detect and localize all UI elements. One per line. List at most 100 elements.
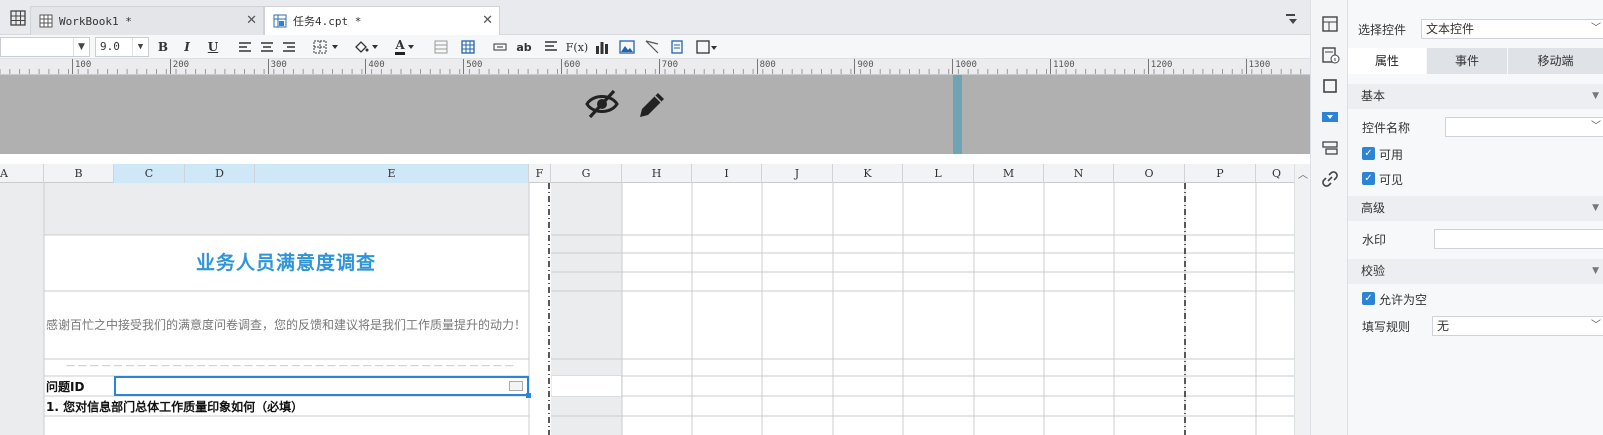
ruler-label: 1000: [955, 60, 977, 70]
align-center-icon[interactable]: [259, 37, 275, 57]
pencil-icon[interactable]: [636, 89, 668, 121]
column-header-p[interactable]: P: [1185, 164, 1256, 183]
image-icon[interactable]: [618, 37, 636, 57]
enabled-checkbox[interactable]: ✓: [1362, 147, 1375, 160]
vertical-scrollbar[interactable]: ︿: [1294, 164, 1310, 435]
italic-button[interactable]: I: [179, 37, 195, 57]
font-name-select[interactable]: ▼: [0, 37, 90, 57]
side-icon-strip: [1310, 0, 1348, 435]
collapse-caret-icon[interactable]: ▼: [1592, 196, 1599, 221]
column-header-c[interactable]: C: [114, 164, 185, 183]
column-header-j[interactable]: J: [762, 164, 833, 183]
hidden-rows-band: [0, 75, 1310, 154]
section-basic[interactable]: 基本 ▼: [1348, 84, 1603, 109]
report-title[interactable]: 业务人员满意度调查: [44, 235, 528, 291]
tab-task4[interactable]: 任务4.cpt * ✕: [264, 6, 500, 35]
section-validation[interactable]: 校验 ▼: [1348, 259, 1603, 284]
border-icon[interactable]: [312, 37, 342, 57]
report-info-icon[interactable]: [1320, 45, 1340, 65]
font-color-label: A: [395, 39, 405, 55]
fill-rule-select[interactable]: 无 ﹀: [1432, 316, 1603, 336]
chevron-up-icon[interactable]: ︿: [1297, 166, 1309, 181]
tab-mobile[interactable]: 移动端: [1508, 48, 1603, 74]
column-header-i[interactable]: I: [692, 164, 762, 183]
underline-button[interactable]: U: [205, 37, 221, 57]
text-style-button[interactable]: ab: [515, 37, 533, 57]
question-id-label[interactable]: 问题ID: [46, 378, 114, 396]
tab-menu-icon[interactable]: [1284, 12, 1298, 26]
grid-app-icon[interactable]: [10, 10, 26, 26]
merge-cells-icon[interactable]: [433, 37, 449, 57]
column-header-l[interactable]: L: [903, 164, 974, 183]
question-1-label[interactable]: 1. 您对信息部门总体工作质量印象如何（必填）: [46, 397, 530, 417]
column-header-a[interactable]: A: [0, 164, 44, 183]
cell-attributes-icon[interactable]: [1320, 14, 1340, 34]
widget-property-panel: 选择控件 文本控件 ﹀ 属性 事件 移动端 基本 ▼ 控件名称 ﹀ ✓ 可用 ✓ …: [1348, 0, 1603, 435]
tab-workbook1[interactable]: WorkBook1 * ✕: [30, 6, 264, 35]
collapse-caret-icon[interactable]: ▼: [1592, 84, 1599, 109]
report-intro[interactable]: 感谢百忙之中接受我们的满意度问卷调查，您的反馈和建议将是我们工作质量提升的动力！: [44, 291, 528, 359]
visible-checkbox[interactable]: ✓: [1362, 172, 1375, 185]
watermark-input[interactable]: [1434, 229, 1603, 249]
text-widget-icon: [509, 381, 523, 391]
column-header-q[interactable]: Q: [1256, 164, 1298, 183]
insert-text-icon[interactable]: [492, 37, 508, 57]
condition-attributes-icon[interactable]: [1320, 138, 1340, 158]
widget-frame-icon[interactable]: [1320, 76, 1340, 96]
section-advanced-title: 高级: [1361, 201, 1386, 215]
chevron-down-icon[interactable]: ﹀: [1591, 118, 1601, 136]
bold-button[interactable]: B: [155, 37, 171, 57]
allow-empty-checkbox[interactable]: ✓: [1362, 292, 1375, 305]
fill-color-icon[interactable]: [352, 37, 382, 57]
column-header-b[interactable]: B: [44, 164, 114, 183]
column-header-d[interactable]: D: [185, 164, 255, 183]
sub-report-icon[interactable]: [669, 37, 685, 57]
align-right-icon[interactable]: [281, 37, 297, 57]
band-gap: [0, 154, 1310, 164]
table-grid-icon[interactable]: [460, 37, 476, 57]
hyperlink-icon[interactable]: [1320, 169, 1340, 189]
ruler-label: 800: [759, 60, 776, 70]
widget-settings-icon[interactable]: [1320, 107, 1340, 127]
font-color-button[interactable]: A: [390, 37, 422, 57]
tab-bar: WorkBook1 * ✕ 任务4.cpt * ✕: [0, 0, 1310, 35]
question-id-text-widget[interactable]: [114, 376, 531, 398]
slash-header-icon[interactable]: [644, 37, 660, 57]
ruler-major-tick: [561, 59, 562, 74]
chevron-down-icon[interactable]: ﹀: [1591, 317, 1601, 335]
chevron-down-icon[interactable]: ▼: [132, 38, 148, 56]
formula-button[interactable]: F(x): [566, 37, 588, 57]
chart-icon[interactable]: [594, 37, 610, 57]
font-size-select[interactable]: 9.0 ▼: [95, 37, 149, 57]
column-header-m[interactable]: M: [974, 164, 1044, 183]
column-header-g[interactable]: G: [551, 164, 622, 183]
ruler-label: 400: [368, 60, 385, 70]
collapse-caret-icon[interactable]: ▼: [1592, 259, 1599, 284]
chevron-down-icon[interactable]: ▼: [73, 38, 89, 56]
column-header-f[interactable]: F: [529, 164, 551, 183]
chevron-down-icon[interactable]: ﹀: [1591, 20, 1601, 38]
column-header-o[interactable]: O: [1114, 164, 1185, 183]
cell-element-icon[interactable]: [695, 37, 719, 57]
select-control-label: 选择控件: [1358, 23, 1407, 37]
section-advanced[interactable]: 高级 ▼: [1348, 196, 1603, 221]
column-marker: [953, 75, 962, 154]
close-tab-icon[interactable]: ✕: [482, 13, 493, 28]
ruler-label: 900: [857, 60, 874, 70]
column-header-n[interactable]: N: [1044, 164, 1114, 183]
tab-events[interactable]: 事件: [1427, 48, 1507, 74]
dash-separator: — — — — — — — — — — — — — — — — — — — — …: [66, 361, 514, 371]
column-header-e[interactable]: E: [255, 164, 529, 183]
eye-off-icon[interactable]: [585, 89, 619, 119]
tab-properties[interactable]: 属性: [1348, 48, 1426, 74]
align-left-icon[interactable]: [237, 37, 253, 57]
control-type-value: 文本控件: [1426, 22, 1475, 36]
column-header-k[interactable]: K: [833, 164, 903, 183]
ruler-label: 1200: [1150, 60, 1173, 70]
control-name-input[interactable]: ﹀: [1445, 117, 1603, 137]
control-type-select[interactable]: 文本控件 ﹀: [1421, 19, 1603, 39]
ruler-major-tick: [72, 59, 73, 74]
paragraph-icon[interactable]: [543, 37, 559, 57]
column-header-h[interactable]: H: [622, 164, 692, 183]
close-tab-icon[interactable]: ✕: [246, 13, 257, 28]
